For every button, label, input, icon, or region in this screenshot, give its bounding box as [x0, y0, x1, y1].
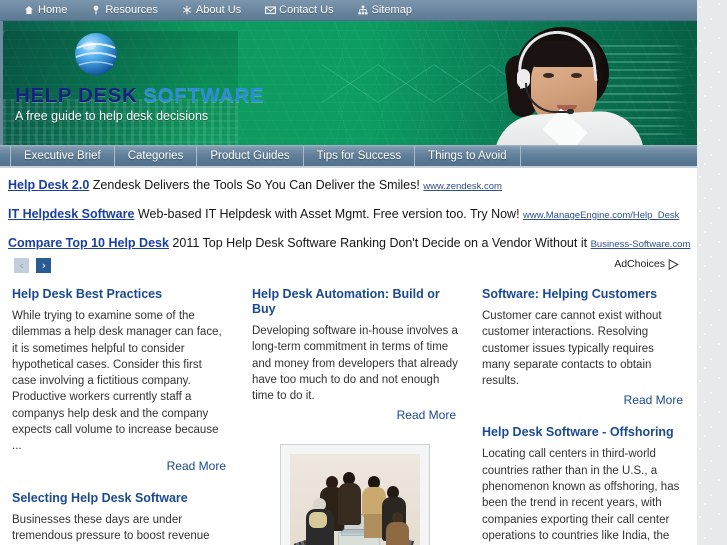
tab-label: Things to Avoid [428, 150, 507, 162]
tab-tips-for-success[interactable]: Tips for Success [304, 146, 416, 166]
ad-previous-button[interactable]: ‹ [14, 258, 29, 274]
topnav-item-home[interactable]: Home [24, 4, 67, 16]
logo-primary-text: HELP DESK [15, 84, 138, 107]
adchoices-label: AdChoices [614, 258, 665, 270]
pin-icon [91, 5, 101, 15]
call-center-operator-photo [397, 21, 697, 145]
article-body: While trying to examine some of the dile… [12, 310, 222, 453]
ad-item: IT Helpdesk Software Web-based IT Helpde… [8, 207, 697, 223]
tab-label: Tips for Success [316, 150, 402, 162]
ad-next-button[interactable]: › [36, 258, 52, 274]
article-software-helping-customers: Software: Helping Customers Customer car… [482, 287, 685, 407]
topnav-label: About Us [195, 4, 242, 16]
tab-product-guides[interactable]: Product Guides [197, 146, 304, 166]
business-meeting-photo [290, 454, 420, 545]
ad-url-link[interactable]: www.zendesk.com [423, 181, 502, 192]
article-title[interactable]: Help Desk Best Practices [12, 287, 228, 302]
article-title[interactable]: Help Desk Software - Offshoring [482, 425, 685, 440]
ad-footer: ‹ › AdChoices [8, 257, 697, 275]
topnav-label: Sitemap [371, 4, 412, 16]
ad-description: 2011 Top Help Desk Software Ranking Don'… [172, 236, 588, 250]
article-help-desk-automation: Help Desk Automation: Build or Buy Devel… [252, 287, 458, 422]
tab-label: Product Guides [210, 150, 290, 162]
article-title[interactable]: Help Desk Automation: Build or Buy [252, 287, 458, 317]
article-help-desk-software-offshoring: Help Desk Software - Offshoring Locating… [482, 425, 685, 545]
topnav-item-about-us[interactable]: About Us [182, 4, 241, 16]
tab-label: Executive Brief [24, 150, 101, 162]
topnav-label: Contact Us [279, 4, 334, 16]
asterisk-icon [182, 5, 192, 15]
tab-categories[interactable]: Categories [115, 146, 198, 166]
ad-item: Help Desk 2.0 Zendesk Delivers the Tools… [8, 178, 697, 194]
tab-executive-brief[interactable]: Executive Brief [10, 146, 115, 166]
ad-title-link[interactable]: Compare Top 10 Help Desk [8, 236, 169, 250]
envelope-icon [265, 5, 277, 15]
ad-item: Compare Top 10 Help Desk 2011 Top Help D… [8, 236, 697, 252]
ad-url-link[interactable]: www.ManageEngine.com/Help_Desk [523, 210, 679, 221]
advertisement-block: Help Desk 2.0 Zendesk Delivers the Tools… [0, 168, 697, 275]
headset-microphone-tip [567, 109, 574, 114]
column-left: Help Desk Best Practices While trying to… [0, 287, 240, 545]
article-selecting-help-desk-software: Selecting Help Desk Software Businesses … [12, 491, 228, 545]
column-middle: Help Desk Automation: Build or Buy Devel… [240, 287, 470, 545]
site-tagline: A free guide to help desk decisions [15, 109, 209, 123]
site-content-shell: Home Resources About Us Contact Us Sitem… [0, 0, 697, 545]
main-tab-bar: Executive Brief Categories Product Guide… [0, 145, 697, 168]
ad-description: Web-based IT Helpdesk with Asset Mgmt. F… [137, 207, 520, 221]
read-more-link[interactable]: Read More [482, 393, 683, 407]
article-title[interactable]: Selecting Help Desk Software [12, 491, 228, 506]
read-more-link[interactable]: Read More [252, 408, 456, 422]
site-logo[interactable]: HELP DESK SOFTWARE A free guide to help d… [15, 84, 345, 124]
top-navigation-bar: Home Resources About Us Contact Us Sitem… [0, 0, 697, 21]
adchoices-link[interactable]: AdChoices [614, 258, 679, 270]
tab-label: Categories [127, 150, 184, 162]
topnav-item-contact-us[interactable]: Contact Us [265, 4, 334, 16]
column-right: Software: Helping Customers Customer car… [470, 287, 697, 545]
topnav-item-resources[interactable]: Resources [91, 4, 158, 16]
page-background-gutter [697, 0, 727, 545]
sitemap-icon [357, 5, 368, 15]
ad-description: Zendesk Delivers the Tools So You Can De… [92, 178, 420, 192]
article-columns: Help Desk Best Practices While trying to… [0, 275, 697, 545]
article-body: Customer care cannot exist without custo… [482, 310, 662, 388]
topnav-item-sitemap[interactable]: Sitemap [357, 4, 412, 16]
page-root: Home Resources About Us Contact Us Sitem… [0, 0, 727, 545]
topnav-label: Home [38, 4, 68, 16]
article-help-desk-best-practices: Help Desk Best Practices While trying to… [12, 287, 228, 473]
article-body: Locating call centers in third-world cou… [482, 448, 680, 542]
site-banner: HELP DESK SOFTWARE A free guide to help d… [0, 21, 697, 145]
house-icon [24, 5, 34, 15]
ad-title-link[interactable]: IT Helpdesk Software [8, 207, 134, 221]
business-meeting-photo-frame [280, 444, 430, 545]
ad-url-link[interactable]: Business-Software.com [591, 239, 691, 250]
topnav-label: Resources [105, 4, 158, 16]
read-more-link[interactable]: Read More [12, 459, 226, 473]
article-body: Businesses these days are under tremendo… [12, 513, 210, 542]
adchoices-triangle-icon [668, 258, 679, 270]
tab-things-to-avoid[interactable]: Things to Avoid [415, 146, 521, 166]
globe-icon [68, 26, 124, 82]
article-body: Developing software in-house involves a … [252, 325, 458, 403]
logo-secondary-text: SOFTWARE [143, 84, 265, 107]
article-title[interactable]: Software: Helping Customers [482, 287, 685, 302]
ad-title-link[interactable]: Help Desk 2.0 [8, 178, 89, 192]
